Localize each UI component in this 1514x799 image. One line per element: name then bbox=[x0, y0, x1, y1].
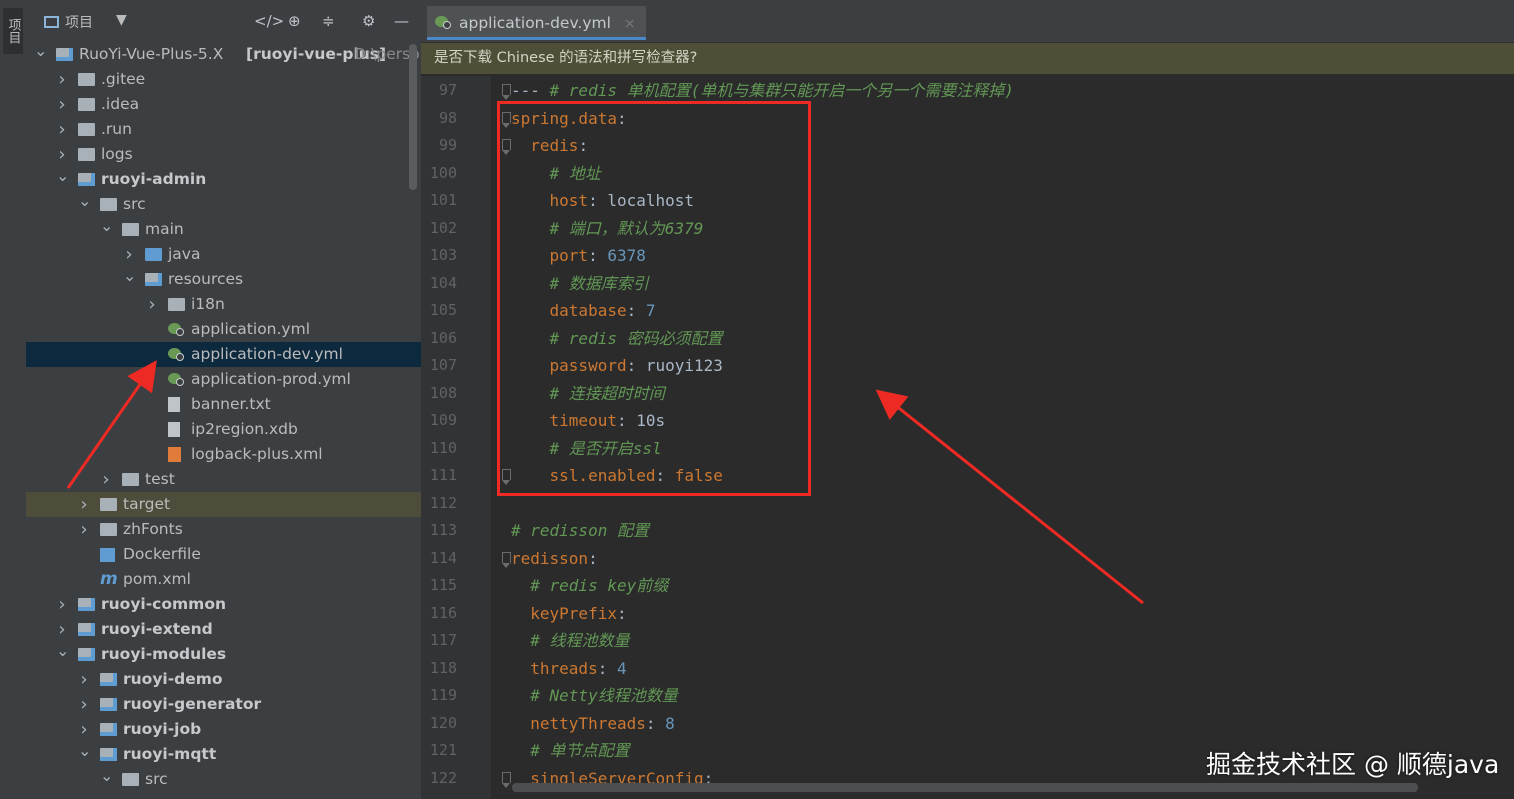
annotation-arrow-right bbox=[875, 389, 1144, 605]
watermark: 掘金技术社区 @ 顺德java bbox=[1206, 750, 1500, 779]
annotation-arrows bbox=[66, 360, 1144, 605]
annotation-arrow-left bbox=[66, 360, 157, 489]
